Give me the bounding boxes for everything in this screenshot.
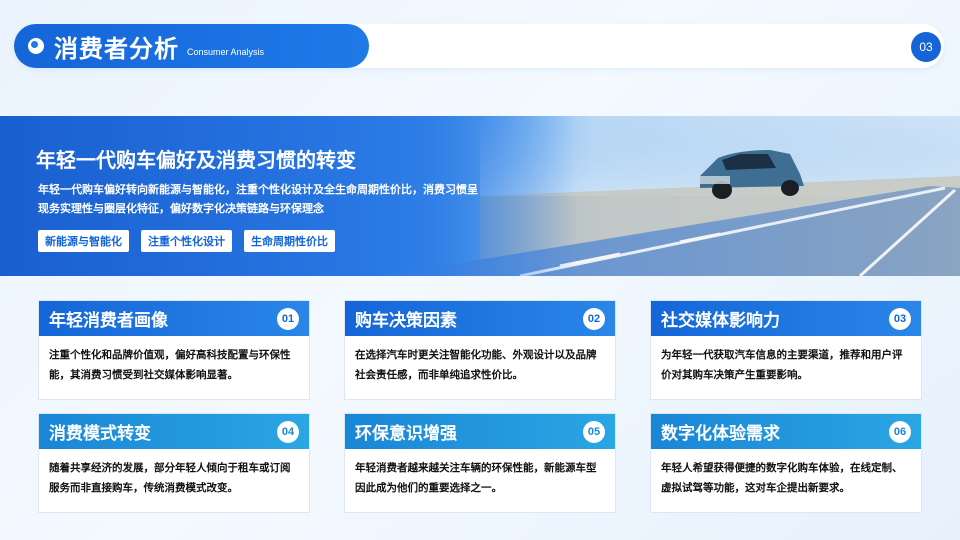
card-title: 社交媒体影响力 (661, 311, 780, 331)
page-subtitle: Consumer Analysis (187, 47, 265, 57)
card-digital-experience: 数字化体验需求 06 年轻人希望获得便捷的数字化购车体验，在线定制、虚拟试驾等功… (650, 413, 922, 513)
card-title: 购车决策因素 (355, 311, 457, 331)
tag-new-energy: 新能源与智能化 (38, 230, 129, 252)
card-purchase-factors: 购车决策因素 02 在选择汽车时更关注智能化功能、外观设计以及品牌社会责任感，而… (344, 300, 616, 400)
card-title: 数字化体验需求 (661, 424, 780, 444)
card-header: 年轻消费者画像 01 (39, 301, 309, 336)
card-body: 年轻人希望获得便捷的数字化购车体验，在线定制、虚拟试驾等功能，这对车企提出新要求… (661, 462, 903, 494)
card-title: 环保意识增强 (355, 424, 457, 444)
header-title-pill: 消费者分析 Consumer Analysis (14, 24, 369, 68)
card-number: 01 (277, 307, 299, 330)
card-header: 社交媒体影响力 03 (651, 301, 921, 336)
card-number: 03 (889, 307, 911, 330)
card-number: 04 (277, 420, 299, 443)
card-number: 02 (583, 307, 605, 330)
page-title: 消费者分析 (54, 34, 179, 63)
card-consumption-shift: 消费模式转变 04 随着共享经济的发展，部分年轻人倾向于租车或订阅服务而非直接购… (38, 413, 310, 513)
card-header: 购车决策因素 02 (345, 301, 615, 336)
card-body: 在选择汽车时更关注智能化功能、外观设计以及品牌社会责任感，而非单纯追求性价比。 (355, 349, 597, 381)
card-body: 为年轻一代获取汽车信息的主要渠道，推荐和用户评价对其购车决策产生重要影响。 (661, 349, 903, 381)
page-number-badge: 03 (911, 32, 941, 62)
card-young-consumer-profile: 年轻消费者画像 01 注重个性化和品牌价值观，偏好高科技配置与环保性能，其消费习… (38, 300, 310, 400)
tag-lifecycle-value: 生命周期性价比 (244, 230, 335, 252)
card-title: 消费模式转变 (49, 424, 151, 444)
hero-title: 年轻一代购车偏好及消费习惯的转变 (36, 148, 356, 172)
bullet-dot-icon (28, 38, 44, 54)
card-number: 05 (583, 420, 605, 443)
card-eco-awareness: 环保意识增强 05 年轻消费者越来越关注车辆的环保性能，新能源车型因此成为他们的… (344, 413, 616, 513)
card-header: 消费模式转变 04 (39, 414, 309, 449)
tag-personalized-design: 注重个性化设计 (141, 230, 232, 252)
hero-tags: 新能源与智能化 注重个性化设计 生命周期性价比 (38, 230, 335, 252)
card-header: 环保意识增强 05 (345, 414, 615, 449)
card-body: 随着共享经济的发展，部分年轻人倾向于租车或订阅服务而非直接购车，传统消费模式改变… (49, 462, 291, 494)
card-body: 注重个性化和品牌价值观，偏好高科技配置与环保性能，其消费习惯受到社交媒体影响显著… (49, 349, 291, 381)
card-body: 年轻消费者越来越关注车辆的环保性能，新能源车型因此成为他们的重要选择之一。 (355, 462, 597, 494)
card-header: 数字化体验需求 06 (651, 414, 921, 449)
card-title: 年轻消费者画像 (49, 311, 168, 331)
hero-description: 年轻一代购车偏好转向新能源与智能化，注重个性化设计及全生命周期性价比，消费习惯呈… (38, 183, 478, 215)
card-social-media: 社交媒体影响力 03 为年轻一代获取汽车信息的主要渠道，推荐和用户评价对其购车决… (650, 300, 922, 400)
card-number: 06 (889, 420, 911, 443)
